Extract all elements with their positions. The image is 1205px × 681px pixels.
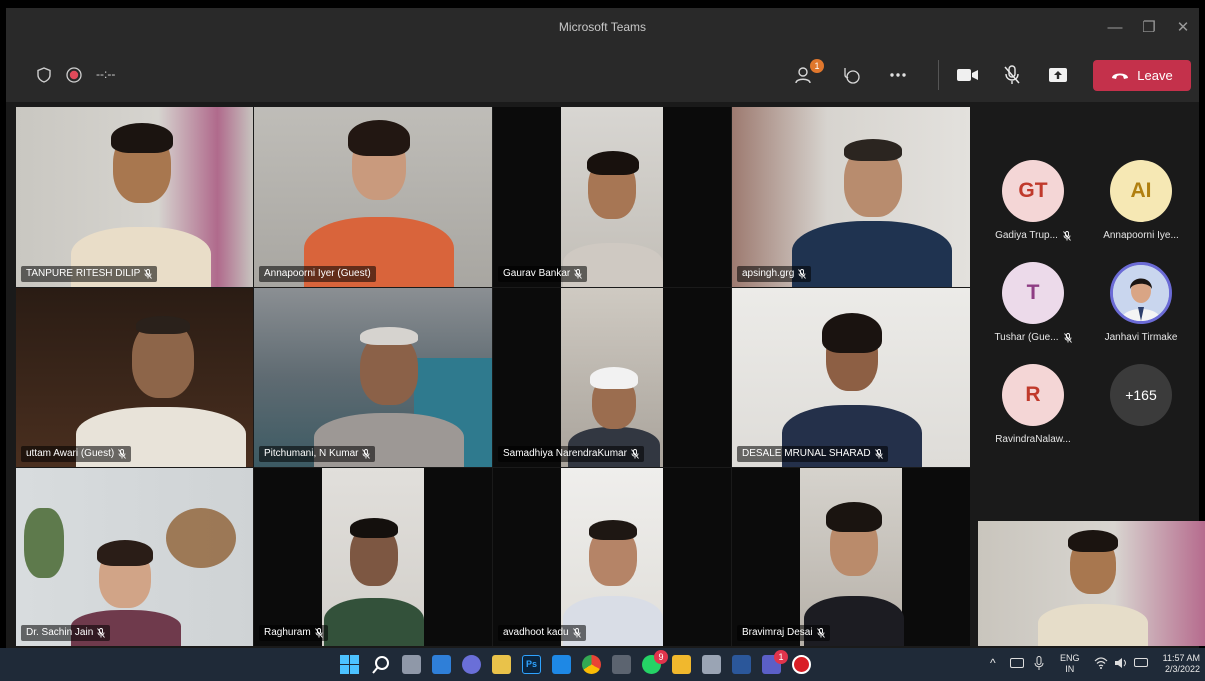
participant-name-tag: DESALE MRUNAL SHARAD [737, 446, 888, 462]
roster-participant[interactable]: Janhavi Tirmake [1088, 262, 1194, 343]
leave-label: Leave [1137, 68, 1173, 83]
recorder-icon[interactable] [792, 655, 811, 674]
mic-tray-icon[interactable] [1034, 656, 1044, 670]
search-icon[interactable] [372, 655, 391, 674]
mic-muted-icon [631, 449, 639, 459]
participants-badge: 1 [810, 59, 824, 73]
participant-name-tag: Samadhiya NarendraKumar [498, 446, 644, 462]
avatar [1110, 262, 1172, 324]
video-tile[interactable]: apsingh.grg [732, 107, 970, 287]
mic-muted-icon [1063, 230, 1071, 241]
calculator-icon[interactable] [612, 655, 631, 674]
close-button[interactable]: ✕ [1170, 16, 1196, 40]
video-tile[interactable]: uttam Awari (Guest) [16, 288, 253, 467]
avatar: GT [1002, 160, 1064, 222]
mic-muted-icon [874, 449, 883, 459]
video-tile[interactable]: Raghuram [254, 468, 492, 646]
widgets-icon[interactable] [432, 655, 451, 674]
video-tile[interactable]: Bravimraj Desai [732, 468, 970, 646]
mic-muted-icon [118, 449, 127, 459]
participant-name-tag: Pitchumani, N Kumar [259, 446, 376, 462]
mic-muted-icon[interactable] [1000, 63, 1024, 87]
battery-icon[interactable] [1134, 658, 1148, 667]
meeting-controls: --:-- 1 Leave [6, 48, 1199, 102]
roster-participant[interactable]: AI Annapoorni Iye... [1088, 160, 1194, 241]
phone-icon [1112, 73, 1129, 79]
mic-muted-icon [362, 449, 371, 459]
mic-muted-icon [314, 628, 323, 638]
title-bar: Microsoft Teams — ❐ ✕ [6, 8, 1199, 48]
tray-chevron-icon[interactable]: ^ [990, 656, 996, 670]
participant-name-tag: TANPURE RITESH DILIP [21, 266, 158, 282]
maximize-button[interactable]: ❐ [1136, 16, 1162, 40]
task-view-icon[interactable] [402, 655, 421, 674]
record-icon[interactable] [62, 63, 86, 87]
word-icon[interactable] [732, 655, 751, 674]
avatar: T [1002, 262, 1064, 324]
share-icon[interactable] [1046, 63, 1070, 87]
participant-name-tag: Bravimraj Desai [737, 625, 830, 641]
mic-muted-icon [798, 269, 807, 279]
shield-icon[interactable] [32, 63, 56, 87]
video-tile[interactable]: Dr. Sachin Jain [16, 468, 253, 646]
video-tile[interactable]: TANPURE RITESH DILIP [16, 107, 253, 287]
teams-badge: 1 [774, 650, 788, 664]
volume-icon[interactable] [1114, 657, 1128, 671]
participants-icon[interactable]: 1 [794, 59, 824, 87]
avatar: AI [1110, 160, 1172, 222]
window-title: Microsoft Teams [558, 20, 647, 34]
clock[interactable]: 11:57 AM 2/3/2022 [1158, 653, 1200, 675]
mail-icon[interactable] [552, 655, 571, 674]
reactions-icon[interactable] [839, 63, 863, 87]
mic-muted-icon [816, 628, 825, 638]
participant-name-tag: Gaurav Bankar [498, 266, 588, 282]
overflow-count: +165 [1110, 364, 1172, 426]
camera-icon[interactable] [956, 63, 980, 87]
participant-name-tag: avadhoot kadu [498, 625, 586, 641]
video-tile[interactable]: Gaurav Bankar [493, 107, 731, 287]
windows-taskbar: Ps 9 1 ^ ENG IN 11:57 AM 2/3/2022 [0, 648, 1205, 681]
mic-muted-icon [572, 628, 581, 638]
participant-name-tag: Dr. Sachin Jain [21, 625, 111, 641]
whatsapp-icon[interactable]: 9 [642, 650, 668, 674]
minimize-button[interactable]: — [1102, 16, 1128, 40]
photoshop-icon[interactable]: Ps [522, 655, 541, 674]
chrome-icon[interactable] [582, 655, 601, 674]
self-view-tile[interactable] [978, 521, 1205, 646]
mic-muted-icon [97, 628, 106, 638]
toolbar-divider [938, 60, 939, 90]
more-options-icon[interactable] [886, 63, 910, 87]
participant-name-tag: Annapoorni Iyer (Guest) [259, 266, 376, 282]
roster-participant[interactable]: T Tushar (Gue... [980, 262, 1086, 343]
avatar: R [1002, 364, 1064, 426]
video-tile[interactable]: DESALE MRUNAL SHARAD [732, 288, 970, 467]
roster-participant[interactable]: R RavindraNalaw... [980, 364, 1086, 445]
video-tile[interactable]: Pitchumani, N Kumar [254, 288, 492, 467]
projector-icon[interactable] [702, 655, 721, 674]
meeting-timer: --:-- [96, 67, 116, 81]
wifi-icon[interactable] [1094, 657, 1108, 671]
chat-icon[interactable] [462, 655, 481, 674]
folder-icon[interactable] [672, 655, 691, 674]
video-tile[interactable]: Samadhiya NarendraKumar [493, 288, 731, 467]
teams-icon[interactable]: 1 [762, 650, 788, 674]
participant-name-tag: Raghuram [259, 625, 328, 641]
roster-participant[interactable]: GT Gadiya Trup... [980, 160, 1086, 241]
keyboard-icon[interactable] [1010, 658, 1024, 668]
file-explorer-icon[interactable] [492, 655, 511, 674]
participant-roster: GT Gadiya Trup... AI Annapoorni Iye... T… [974, 110, 1196, 480]
mic-muted-icon [1063, 332, 1072, 343]
whatsapp-badge: 9 [654, 650, 668, 664]
video-tile[interactable]: avadhoot kadu [493, 468, 731, 646]
windows-start-icon[interactable] [340, 655, 359, 674]
mic-muted-icon [144, 269, 153, 279]
more-participants-button[interactable]: +165 [1088, 364, 1194, 426]
participant-name-tag: apsingh.grg [737, 266, 812, 282]
leave-button[interactable]: Leave [1093, 60, 1191, 91]
video-tile[interactable]: Annapoorni Iyer (Guest) [254, 107, 492, 287]
mic-muted-icon [574, 269, 583, 279]
participant-name-tag: uttam Awari (Guest) [21, 446, 132, 462]
language-indicator[interactable]: ENG IN [1060, 653, 1080, 675]
